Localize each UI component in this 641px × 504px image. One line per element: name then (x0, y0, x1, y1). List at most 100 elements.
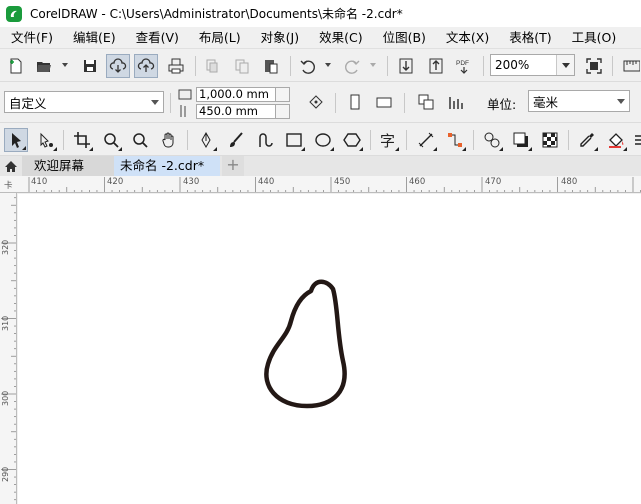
document-tab-bar: 欢迎屏幕 未命名 -2.cdr* + (0, 156, 641, 176)
paste-icon (265, 60, 278, 74)
ruler-tick-label: 410 (31, 177, 48, 187)
width-spinner[interactable] (276, 86, 290, 102)
new-document-button[interactable] (4, 54, 28, 78)
full-screen-preview-button[interactable] (582, 54, 606, 78)
height-icon (180, 105, 186, 117)
drawing-canvas[interactable] (18, 194, 641, 504)
zoom-tool[interactable] (99, 128, 123, 152)
menu-object[interactable]: 对象(J) (261, 28, 299, 48)
ruler-options-button[interactable] (619, 54, 641, 78)
pan-tool[interactable] (157, 128, 181, 152)
polygon-tool[interactable] (340, 128, 364, 152)
cloud-download-button[interactable] (106, 54, 130, 78)
more-tools-icon-glyph (635, 135, 641, 145)
pan-zoom-tool[interactable] (128, 128, 152, 152)
menu-file[interactable]: 文件(F) (11, 28, 53, 48)
ruler-tick-label: 460 (409, 177, 426, 187)
open-button[interactable] (32, 54, 56, 78)
home-icon[interactable] (0, 156, 22, 176)
import-button[interactable] (394, 54, 418, 78)
drop-shadow-tool[interactable] (509, 128, 533, 152)
cloud-upload-button[interactable] (134, 54, 158, 78)
ellipse-tool[interactable] (311, 128, 335, 152)
toolbar-separator (63, 130, 64, 150)
menu-bitmaps[interactable]: 位图(B) (383, 28, 426, 48)
page-size-preset-value[interactable]: 自定义 (5, 93, 147, 112)
coreldraw-logo-icon (6, 5, 22, 22)
pdf-icon-label: PDF (456, 60, 469, 67)
cloud-upload-icon (137, 58, 155, 72)
menu-edit[interactable]: 编辑(E) (73, 28, 116, 48)
tab-welcome-screen[interactable]: 欢迎屏幕 (22, 156, 114, 176)
redo-button[interactable] (340, 54, 364, 78)
blend-tool[interactable] (480, 128, 504, 152)
landscape-button[interactable] (372, 90, 396, 114)
toolbar-separator (335, 93, 336, 113)
page-width-field[interactable]: 1,000.0 mm (196, 86, 276, 102)
toolbar-separator (404, 93, 405, 113)
current-page-button[interactable] (444, 90, 468, 114)
cut-icon (206, 59, 218, 73)
chevron-down-icon[interactable] (556, 55, 574, 75)
connector-tool[interactable] (443, 128, 467, 152)
print-icon (168, 58, 184, 74)
bezier-tool[interactable] (253, 128, 277, 152)
ruler-tick-label: 420 (107, 177, 124, 187)
units-select[interactable]: 毫米 (528, 90, 630, 112)
add-tab-button[interactable]: + (222, 156, 244, 176)
menu-layout[interactable]: 布局(L) (199, 28, 241, 48)
more-tools-icon[interactable] (630, 128, 641, 152)
menu-table[interactable]: 表格(T) (509, 28, 551, 48)
page-size-preset-select[interactable]: 自定义 (4, 91, 164, 113)
open-dropdown-icon[interactable] (62, 63, 68, 67)
interactive-fill-tool[interactable] (604, 128, 628, 152)
new-document-icon (10, 58, 22, 74)
zoom-level-value[interactable]: 200% (491, 58, 556, 72)
print-button[interactable] (164, 54, 188, 78)
cut-button[interactable] (200, 54, 224, 78)
page-height-row: 450.0 mm (178, 103, 293, 119)
zoom-level-combo[interactable]: 200% (490, 54, 575, 76)
horizontal-ruler[interactable]: 卡 410 420 430 440 450 460 470 480 (0, 176, 641, 193)
transparency-tool[interactable] (538, 128, 562, 152)
save-icon (84, 60, 96, 72)
toolbar-separator (406, 130, 407, 150)
menu-text[interactable]: 文本(X) (446, 28, 489, 48)
ruler-tick-label: 470 (485, 177, 502, 187)
paste-button[interactable] (259, 54, 283, 78)
toolbar-separator (612, 56, 613, 76)
drawn-curve-shape[interactable] (264, 279, 347, 409)
eyedropper-tool[interactable] (575, 128, 599, 152)
parallel-dimension-tool[interactable] (414, 128, 438, 152)
rectangle-tool[interactable] (282, 128, 306, 152)
menu-view[interactable]: 查看(V) (136, 28, 179, 48)
export-button[interactable] (424, 54, 448, 78)
pick-tool[interactable] (4, 128, 28, 152)
undo-dropdown-icon[interactable] (325, 63, 331, 67)
page-height-field[interactable]: 450.0 mm (196, 103, 276, 119)
all-pages-button[interactable] (414, 90, 438, 114)
tab-document[interactable]: 未命名 -2.cdr* (114, 156, 220, 176)
shape-tool[interactable] (34, 128, 58, 152)
ruler-tick-label: 320 (1, 239, 10, 255)
menu-effects[interactable]: 效果(C) (319, 28, 362, 48)
units-value[interactable]: 毫米 (529, 92, 613, 111)
ruler-tick-label: 430 (183, 177, 200, 187)
height-spinner[interactable] (276, 103, 290, 119)
chevron-down-icon[interactable] (613, 98, 629, 104)
publish-pdf-button[interactable]: PDF (452, 54, 476, 78)
vertical-ruler[interactable]: 320 310 300 290 (0, 193, 17, 504)
toolbar-separator (370, 130, 371, 150)
save-button[interactable] (78, 54, 102, 78)
artistic-media-tool[interactable] (224, 128, 248, 152)
portrait-button[interactable] (343, 90, 367, 114)
text-tool[interactable]: 字 (376, 128, 400, 152)
redo-dropdown-icon[interactable] (370, 63, 376, 67)
chevron-down-icon[interactable] (147, 99, 163, 105)
page-orientation-button[interactable] (304, 90, 328, 114)
pen-tool[interactable] (194, 128, 218, 152)
undo-button[interactable] (296, 54, 320, 78)
menu-tools[interactable]: 工具(O) (572, 28, 617, 48)
crop-tool[interactable] (70, 128, 94, 152)
copy-button[interactable] (230, 54, 254, 78)
